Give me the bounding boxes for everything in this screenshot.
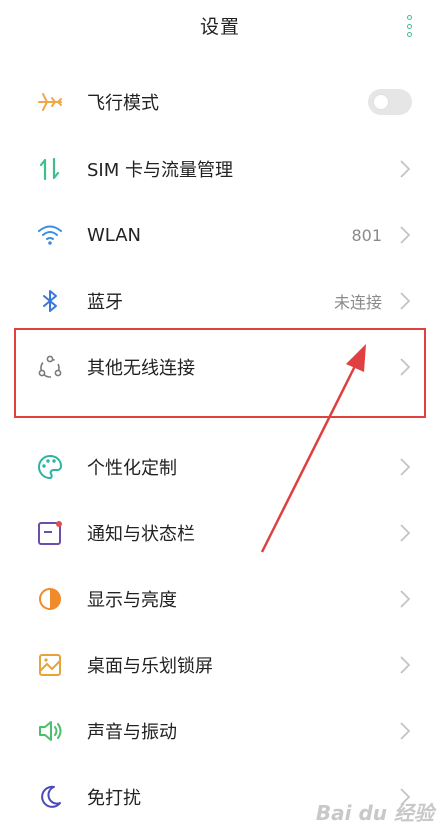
chevron-right-icon <box>400 160 411 178</box>
row-label: 通知与状态栏 <box>87 524 195 545</box>
wlan-network-value: 801 <box>351 225 382 245</box>
more-vertical-icon[interactable] <box>404 15 414 37</box>
row-label: WLAN <box>87 224 142 246</box>
chevron-right-icon <box>400 524 411 542</box>
notification-icon <box>36 519 64 547</box>
airplane-icon <box>36 88 64 116</box>
settings-row-notifications[interactable]: 通知与状态栏 <box>0 500 440 566</box>
settings-row-display[interactable]: 显示与亮度 <box>0 566 440 632</box>
settings-row-bluetooth[interactable]: 蓝牙 未连接 <box>0 268 440 334</box>
chevron-right-icon <box>400 722 411 740</box>
row-label: 蓝牙 <box>87 292 123 313</box>
settings-row-wlan[interactable]: WLAN 801 <box>0 202 440 268</box>
bluetooth-status-value: 未连接 <box>333 293 382 312</box>
page-title: 设置 <box>199 15 240 38</box>
chevron-right-icon <box>400 226 411 244</box>
settings-row-personalization[interactable]: 个性化定制 <box>0 434 440 500</box>
wifi-icon <box>36 221 64 249</box>
highlight-box <box>14 328 426 418</box>
settings-row-sim[interactable]: SIM 卡与流量管理 <box>0 136 440 202</box>
toggle-knob <box>374 95 388 109</box>
row-label: SIM 卡与流量管理 <box>87 160 233 181</box>
row-label: 飞行模式 <box>87 93 159 114</box>
wallpaper-icon <box>36 651 64 679</box>
settings-row-sound[interactable]: 声音与振动 <box>0 698 440 764</box>
moon-icon <box>36 783 64 811</box>
chevron-right-icon <box>400 656 411 674</box>
airplane-mode-toggle[interactable] <box>368 89 412 115</box>
chevron-right-icon <box>400 590 411 608</box>
chevron-right-icon <box>400 458 411 476</box>
bluetooth-icon <box>36 287 64 315</box>
watermark: Bai du 经验 <box>315 801 434 825</box>
sim-data-icon <box>36 155 64 183</box>
settings-row-airplane-mode[interactable]: 飞行模式 <box>0 69 440 135</box>
row-label: 显示与亮度 <box>87 590 177 611</box>
settings-row-desktop-lockscreen[interactable]: 桌面与乐划锁屏 <box>0 632 440 698</box>
row-label: 桌面与乐划锁屏 <box>87 656 213 677</box>
palette-icon <box>36 453 64 481</box>
row-label: 声音与振动 <box>87 722 177 743</box>
sound-icon <box>36 717 64 745</box>
chevron-right-icon <box>400 292 411 310</box>
header-bar: 设置 <box>0 0 440 50</box>
row-label: 个性化定制 <box>87 458 177 479</box>
brightness-icon <box>36 585 64 613</box>
row-label: 免打扰 <box>87 788 141 809</box>
